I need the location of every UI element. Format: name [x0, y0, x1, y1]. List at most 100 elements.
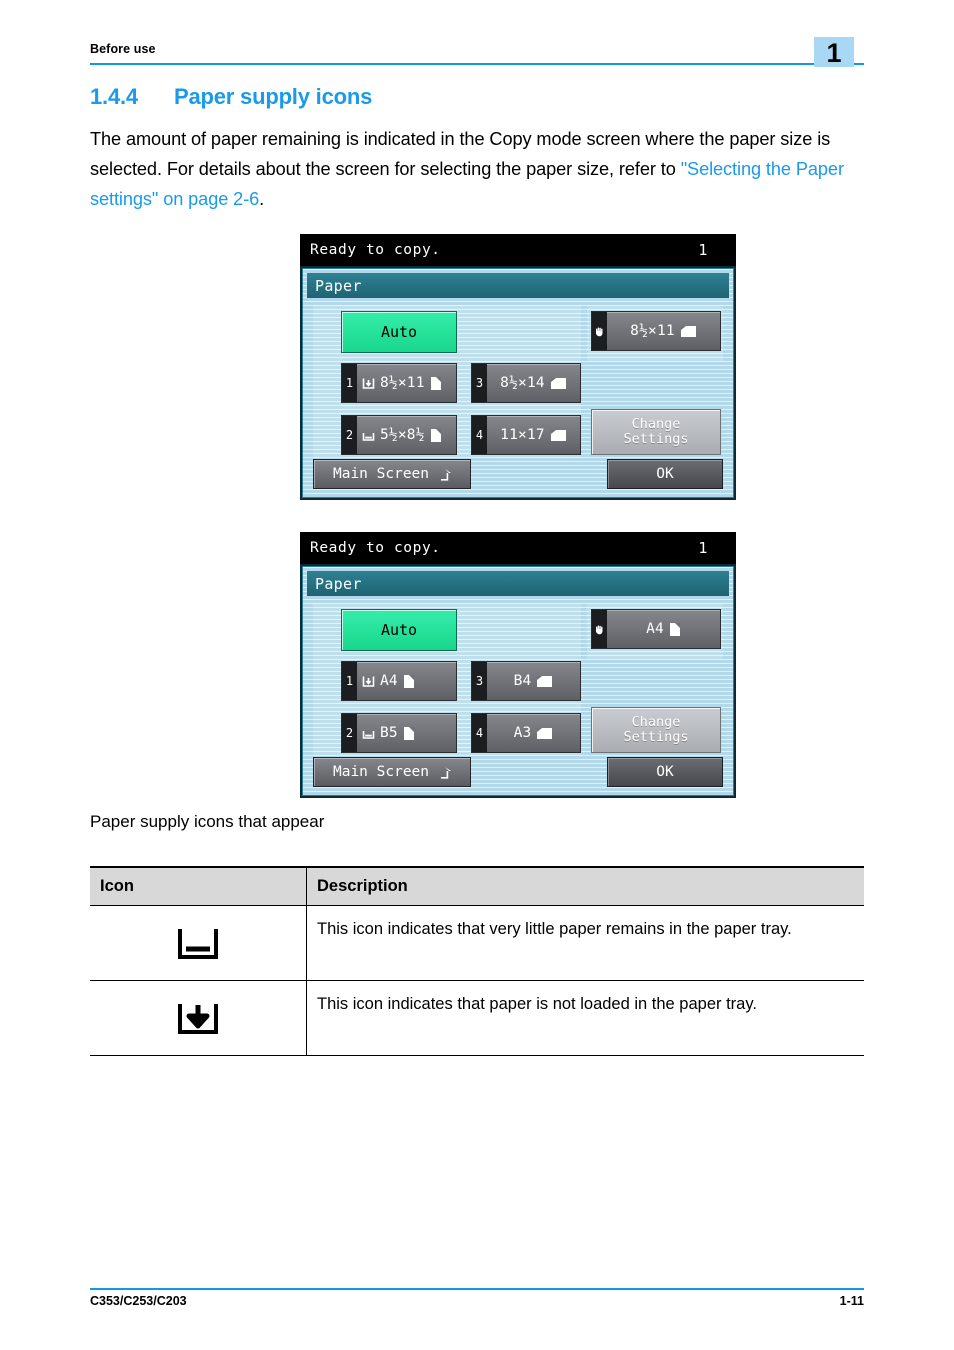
- change-settings-button[interactable]: Change Settings: [591, 707, 721, 753]
- header-rule: [90, 63, 864, 66]
- bypass-size-label: 8½×11: [630, 323, 675, 339]
- running-head: Before use: [90, 42, 156, 56]
- tray-4-size-label: A3: [513, 725, 532, 741]
- tray-1-size-label: A4: [380, 673, 398, 689]
- auto-paper-button[interactable]: Auto: [341, 609, 457, 651]
- lcd-status-bar: Ready to copy. 1: [300, 234, 736, 266]
- tray-number: 4: [472, 416, 487, 454]
- page-header: Before use 1: [90, 36, 864, 76]
- tray-2-size-label: B5: [380, 725, 398, 741]
- tray-1-button[interactable]: 1 8½×11: [341, 363, 457, 403]
- page-landscape-icon: [536, 675, 553, 688]
- status-message: Ready to copy.: [310, 540, 441, 556]
- description-cell: This icon indicates that very little pap…: [306, 905, 864, 981]
- main-screen-button[interactable]: Main Screen: [313, 459, 471, 489]
- paper-supply-icon-table: Icon Description This icon indicates tha…: [90, 866, 864, 1056]
- tray-3-content: 8½×14: [487, 375, 580, 391]
- tray-1-content: 8½×11: [357, 375, 456, 391]
- table-caption: Paper supply icons that appear: [90, 812, 325, 831]
- tray-3-button[interactable]: 3 B4: [471, 661, 581, 701]
- paper-empty-icon: [100, 998, 296, 1038]
- change-settings-button[interactable]: Change Settings: [591, 409, 721, 455]
- tray-number: 1: [342, 662, 357, 700]
- tray-1-content: A4: [357, 673, 456, 689]
- hand-icon: [592, 312, 607, 350]
- bypass-tray-button[interactable]: A4: [591, 609, 721, 649]
- page-portrait-icon: [403, 726, 415, 741]
- arrow-up-icon: [439, 766, 452, 779]
- tray-3-button[interactable]: 3 8½×14: [471, 363, 581, 403]
- paper-low-icon: [100, 923, 296, 963]
- bypass-size-label: A4: [646, 621, 664, 637]
- change-settings-line-1: Change: [631, 416, 681, 432]
- tray-1-button[interactable]: 1 A4: [341, 661, 457, 701]
- lcd-content: Auto 8½×11 1 8½×11 2 5½×8½ 3 8½×14 4 11×…: [313, 305, 723, 457]
- tray-4-button[interactable]: 4 11×17: [471, 415, 581, 455]
- main-screen-label: Main Screen: [332, 466, 430, 482]
- auto-paper-button[interactable]: Auto: [341, 311, 457, 353]
- main-screen-button[interactable]: Main Screen: [313, 757, 471, 787]
- paper-empty-icon: [362, 675, 375, 688]
- intro-paragraph: The amount of paper remaining is indicat…: [90, 124, 868, 214]
- section-heading: 1.4.4 Paper supply icons: [90, 84, 864, 110]
- tray-number: 2: [342, 714, 357, 752]
- status-message: Ready to copy.: [310, 242, 441, 258]
- icon-cell: [90, 980, 307, 1056]
- lcd-status-bar: Ready to copy. 1: [300, 532, 736, 564]
- column-header-description: Description: [306, 866, 864, 906]
- table-header-row: Icon Description: [90, 866, 864, 906]
- lcd-footer-bar: Main Screen OK: [313, 459, 723, 491]
- lcd-screenshot-metric: Ready to copy. 1 Paper Auto A4 1 A4 2 B5…: [300, 532, 736, 798]
- tray-2-content: 5½×8½: [357, 427, 456, 443]
- tray-number: 1: [342, 364, 357, 402]
- tray-2-size-label: 5½×8½: [380, 427, 425, 443]
- lcd-panel-title: Paper: [307, 273, 729, 298]
- ok-button[interactable]: OK: [607, 757, 723, 787]
- copy-count: 1: [698, 241, 708, 259]
- paper-low-icon: [362, 727, 375, 740]
- section-title: Paper supply icons: [174, 84, 373, 109]
- footer-page-number: 1-11: [839, 1294, 864, 1308]
- copy-count: 1: [698, 539, 708, 557]
- tray-4-button[interactable]: 4 A3: [471, 713, 581, 753]
- lcd-body: Paper Auto 8½×11 1 8½×11 2 5½×8½ 3 8½×14…: [302, 268, 734, 498]
- bypass-tray-button[interactable]: 8½×11: [591, 311, 721, 351]
- lcd-body: Paper Auto A4 1 A4 2 B5 3 B4 4 A3 Change…: [302, 566, 734, 796]
- table-row: This icon indicates that very little pap…: [90, 905, 864, 981]
- tray-3-size-label: B4: [513, 673, 532, 689]
- description-cell: This icon indicates that paper is not lo…: [306, 980, 864, 1056]
- page-landscape-icon: [680, 325, 697, 338]
- lcd-footer-bar: Main Screen OK: [313, 757, 723, 789]
- change-settings-line-1: Change: [631, 714, 681, 730]
- column-header-icon: Icon: [90, 866, 307, 906]
- hand-icon: [592, 610, 607, 648]
- footer-rule: [90, 1288, 864, 1291]
- change-settings-line-2: Settings: [623, 729, 689, 745]
- bypass-tray-content: 8½×11: [607, 323, 720, 339]
- paper-low-icon: [362, 429, 375, 442]
- tray-4-content: A3: [487, 725, 580, 741]
- tray-3-size-label: 8½×14: [500, 375, 545, 391]
- tray-3-content: B4: [487, 673, 580, 689]
- page-portrait-icon: [430, 376, 442, 391]
- tray-2-button[interactable]: 2 5½×8½: [341, 415, 457, 455]
- arrow-up-icon: [439, 468, 452, 481]
- main-screen-label: Main Screen: [332, 764, 430, 780]
- intro-text-after: .: [259, 189, 265, 209]
- change-settings-line-2: Settings: [623, 431, 689, 447]
- section-number: 1.4.4: [90, 84, 138, 109]
- tray-1-size-label: 8½×11: [380, 375, 425, 391]
- tray-4-content: 11×17: [487, 427, 580, 443]
- tray-2-button[interactable]: 2 B5: [341, 713, 457, 753]
- page-portrait-icon: [430, 428, 442, 443]
- page-landscape-icon: [550, 429, 567, 442]
- table-row: This icon indicates that paper is not lo…: [90, 980, 864, 1056]
- page-landscape-icon: [536, 727, 553, 740]
- paper-empty-icon: [362, 377, 375, 390]
- bypass-tray-content: A4: [607, 621, 720, 637]
- tray-number: 2: [342, 416, 357, 454]
- ok-button[interactable]: OK: [607, 459, 723, 489]
- document-page: Before use 1 1.4.4 Paper supply icons The…: [0, 0, 954, 1350]
- page-portrait-icon: [403, 674, 415, 689]
- page-landscape-icon: [550, 377, 567, 390]
